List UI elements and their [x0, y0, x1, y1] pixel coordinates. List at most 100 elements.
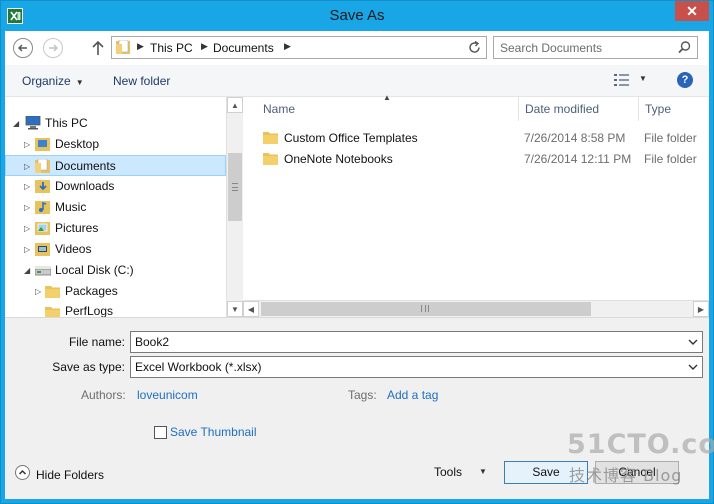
file-list-pane: ▲ Name Date modified Type Custom Office … — [243, 93, 709, 317]
nav-pane-scrollbar[interactable]: ▲ ▼ — [226, 97, 243, 317]
save-thumbnail-label[interactable]: Save Thumbnail — [170, 425, 257, 439]
tree-item-downloads[interactable]: ▷ Downloads — [5, 176, 225, 197]
file-name-field[interactable]: Book2 — [130, 331, 703, 353]
chevron-down-icon[interactable] — [688, 363, 698, 371]
collapsed-arrow-icon[interactable]: ▷ — [24, 134, 30, 155]
view-caret-down-icon[interactable]: ▼ — [639, 74, 647, 83]
chevron-right-icon[interactable]: ▶ — [137, 41, 144, 52]
file-date: 7/26/2014 12:11 PM — [524, 152, 632, 166]
collapsed-arrow-icon[interactable]: ▷ — [24, 197, 30, 218]
title-bar[interactable]: Save As ✕ — [1, 1, 713, 31]
back-button[interactable] — [13, 38, 33, 58]
file-type: File folder — [644, 131, 697, 145]
save-as-dialog: Save As ✕ ▶ This PC ▶ Documents ▶ Search… — [0, 0, 714, 504]
hide-folders-icon[interactable] — [15, 465, 30, 480]
breadcrumb-this-pc[interactable]: This PC — [150, 41, 193, 55]
watermark-line1: 51CTO.com — [567, 429, 714, 460]
folder-icon — [45, 307, 60, 317]
window-title: Save As — [329, 7, 385, 24]
tags-label: Tags: — [348, 388, 377, 402]
folder-icon — [263, 132, 278, 144]
tree-item-local-disk[interactable]: ◢ Local Disk (C:) — [5, 260, 225, 281]
search-box[interactable] — [493, 36, 698, 59]
column-header-date[interactable]: Date modified — [519, 97, 639, 121]
scroll-right-arrow-icon[interactable]: ▶ — [693, 301, 709, 317]
view-options-icon[interactable] — [614, 74, 630, 86]
scroll-up-arrow-icon[interactable]: ▲ — [227, 97, 243, 113]
scrollbar-thumb[interactable] — [228, 153, 242, 221]
arrow-right-icon — [49, 44, 58, 52]
folder-icon — [263, 153, 278, 165]
authors-value[interactable]: loveunicom — [137, 388, 198, 402]
arrow-left-icon — [18, 44, 27, 52]
save-thumbnail-checkbox[interactable] — [154, 426, 167, 439]
file-row[interactable]: OneNote Notebooks 7/26/2014 12:11 PM Fil… — [243, 149, 709, 170]
tree-item-videos[interactable]: ▷ Videos — [5, 239, 225, 260]
authors-label: Authors: — [81, 388, 126, 402]
file-name-value: Book2 — [135, 335, 170, 349]
expanded-arrow-icon[interactable]: ◢ — [13, 113, 19, 134]
organize-label: Organize — [22, 74, 71, 88]
save-as-type-select[interactable]: Excel Workbook (*.xlsx) — [130, 356, 703, 378]
caret-down-icon: ▼ — [75, 78, 84, 87]
pictures-folder-icon — [35, 222, 50, 235]
tree-label: Videos — [55, 242, 92, 256]
desktop-folder-icon — [35, 138, 50, 151]
watermark-line2: 技术博客 Blog — [569, 466, 683, 485]
save-as-type-label: Save as type: — [52, 360, 125, 374]
music-folder-icon — [35, 201, 50, 214]
column-header-name[interactable]: Name — [257, 97, 519, 121]
up-arrow-icon[interactable] — [91, 40, 105, 56]
navigation-row: ▶ This PC ▶ Documents ▶ — [5, 31, 709, 65]
collapsed-arrow-icon[interactable]: ▷ — [24, 156, 30, 177]
tree-item-packages[interactable]: ▷ Packages — [5, 281, 225, 302]
search-icon[interactable] — [677, 40, 692, 55]
tools-caret-down-icon[interactable]: ▼ — [479, 467, 487, 476]
scroll-left-arrow-icon[interactable]: ◀ — [243, 301, 259, 317]
tree-label: Downloads — [55, 179, 115, 193]
tools-button[interactable]: Tools — [434, 465, 462, 479]
chevron-right-icon[interactable]: ▶ — [284, 41, 291, 52]
collapsed-arrow-icon[interactable]: ▷ — [24, 239, 30, 260]
tree-label: PerfLogs — [65, 304, 114, 317]
file-type: File folder — [644, 152, 697, 166]
command-bar: Organize ▼ New folder ▼ ? — [5, 65, 709, 97]
add-tag-link[interactable]: Add a tag — [387, 388, 438, 402]
forward-button[interactable] — [43, 38, 63, 58]
file-name: Custom Office Templates — [284, 131, 418, 145]
navigation-pane: ◢ This PC ▷ Desktop ▷ Documents ▷ Downlo… — [5, 97, 243, 317]
close-button[interactable]: ✕ — [675, 1, 709, 21]
tree-label: This PC — [45, 116, 88, 130]
search-input[interactable] — [500, 40, 670, 55]
new-folder-button[interactable]: New folder — [113, 74, 170, 88]
tree-item-desktop[interactable]: ▷ Desktop — [5, 134, 225, 155]
collapsed-arrow-icon[interactable]: ▷ — [24, 218, 30, 239]
tree-item-perflogs[interactable]: PerfLogs — [5, 302, 225, 317]
tree-item-pictures[interactable]: ▷ Pictures — [5, 218, 225, 239]
column-header-type[interactable]: Type — [639, 97, 709, 121]
scroll-down-arrow-icon[interactable]: ▼ — [227, 301, 243, 317]
videos-folder-icon — [35, 243, 50, 256]
hide-folders-button[interactable]: Hide Folders — [36, 468, 104, 482]
file-pane-horizontal-scrollbar[interactable]: ◀ ▶ — [243, 300, 709, 317]
refresh-icon[interactable] — [467, 40, 482, 55]
chevron-down-icon[interactable] — [688, 338, 698, 346]
collapsed-arrow-icon[interactable]: ▷ — [35, 281, 41, 302]
tree-item-documents[interactable]: ▷ Documents — [5, 155, 226, 176]
collapsed-arrow-icon[interactable]: ▷ — [24, 176, 30, 197]
organize-button[interactable]: Organize ▼ — [22, 74, 84, 88]
file-row[interactable]: Custom Office Templates 7/26/2014 8:58 P… — [243, 128, 709, 149]
expanded-arrow-icon[interactable]: ◢ — [24, 260, 30, 281]
scrollbar-thumb[interactable] — [261, 302, 591, 316]
tree-label: Desktop — [55, 137, 100, 151]
chevron-right-icon[interactable]: ▶ — [201, 41, 208, 52]
tree-item-music[interactable]: ▷ Music — [5, 197, 225, 218]
address-bar[interactable]: ▶ This PC ▶ Documents ▶ — [111, 36, 487, 59]
download-folder-icon — [35, 180, 50, 193]
help-icon[interactable]: ? — [677, 72, 693, 88]
breadcrumb-documents[interactable]: Documents — [213, 41, 274, 55]
documents-folder-icon — [35, 159, 50, 173]
watermark: 51CTO.com 技术博客 Blog — [567, 429, 714, 487]
tree-item-this-pc[interactable]: ◢ This PC — [5, 113, 225, 134]
documents-folder-icon — [116, 40, 130, 54]
